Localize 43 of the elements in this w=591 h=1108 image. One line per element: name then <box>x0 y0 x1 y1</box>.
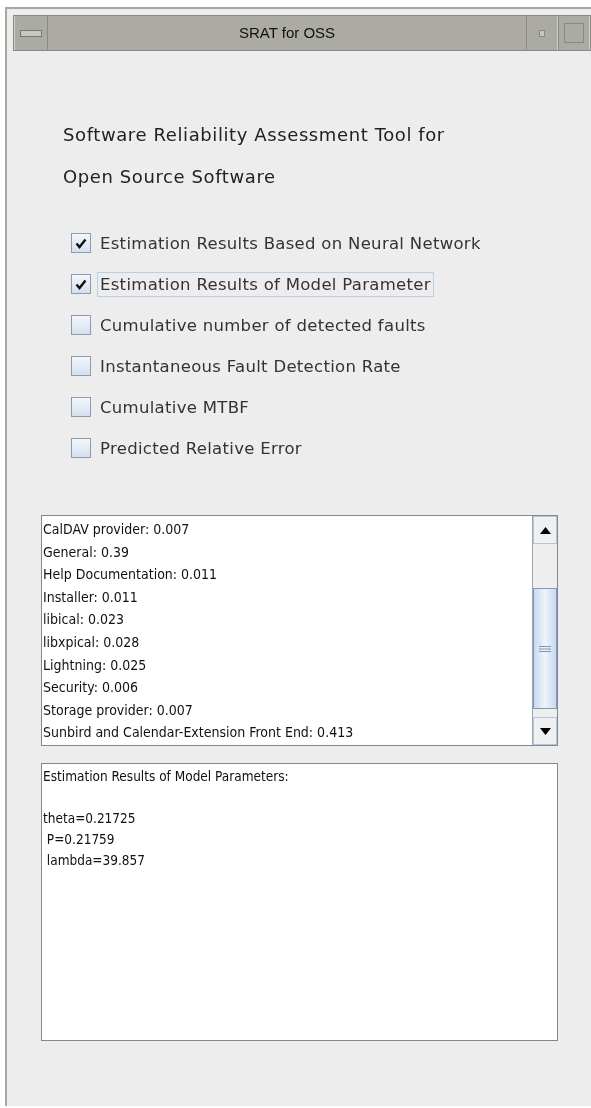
checkbox-label[interactable]: Estimation Results Based on Neural Network <box>97 230 484 256</box>
list-item[interactable]: Lightning: 0.025 <box>42 653 532 677</box>
checkbox-label[interactable]: Cumulative MTBF <box>97 394 253 420</box>
down-arrow-icon <box>539 727 551 735</box>
checkbox[interactable] <box>71 397 91 417</box>
list-item[interactable]: libical: 0.023 <box>42 608 532 631</box>
list-item[interactable]: CalDAV provider: 0.007 <box>42 518 532 541</box>
checkbox-label[interactable]: Estimation Results of Model Parameter <box>97 271 434 297</box>
checkbox[interactable] <box>71 356 91 376</box>
checkbox[interactable] <box>71 274 91 294</box>
heading-text: Software Reliability Assessment Tool for <box>63 123 446 147</box>
list-item[interactable]: Sunbird and Calendar-Extension Front End: 0.413 <box>42 721 532 744</box>
maximize-button[interactable] <box>558 16 590 50</box>
list-item[interactable]: Storage provider: 0.007 <box>42 698 532 722</box>
list-item[interactable]: Security: 0.006 <box>42 676 532 699</box>
up-arrow-icon <box>539 526 551 534</box>
checkbox[interactable] <box>71 438 91 458</box>
scroll-down-button[interactable] <box>533 717 557 745</box>
check-icon <box>75 237 87 249</box>
results-list[interactable] <box>41 515 558 746</box>
list-item[interactable]: General: 0.39 <box>42 540 532 564</box>
checkbox-label[interactable]: Cumulative number of detected faults <box>97 312 429 338</box>
output-heading: Estimation Results of Model Parameters: <box>43 767 289 786</box>
list-item[interactable]: libxpical: 0.028 <box>42 630 532 654</box>
checkbox-label[interactable]: Instantaneous Fault Detection Rate <box>97 353 404 379</box>
window-menu-button[interactable] <box>14 16 48 50</box>
window-title: SRAT for OSS <box>237 23 337 43</box>
checkbox[interactable] <box>71 315 91 335</box>
output-text-area[interactable]: Estimation Results of Model Parameters: theta=0.21725 P=0.21759 lambda=39.857 <box>41 763 558 1041</box>
scroll-thumb[interactable] <box>533 588 557 709</box>
grip-icon <box>539 645 551 652</box>
list-item[interactable]: Help Documentation: 0.011 <box>42 563 532 586</box>
output-line: lambda=39.857 <box>45 851 146 870</box>
checkbox[interactable] <box>71 233 91 253</box>
check-icon <box>75 278 87 290</box>
list-item[interactable]: Installer: 0.011 <box>42 585 532 609</box>
heading-text: Open Source Software <box>63 165 277 189</box>
scroll-up-button[interactable] <box>533 516 557 544</box>
output-line: theta=0.21725 <box>43 809 136 828</box>
checkbox-label[interactable]: Predicted Relative Error <box>97 435 305 461</box>
minimize-button[interactable] <box>526 16 558 50</box>
output-line: P=0.21759 <box>45 830 115 849</box>
scrollbar[interactable] <box>532 516 557 745</box>
